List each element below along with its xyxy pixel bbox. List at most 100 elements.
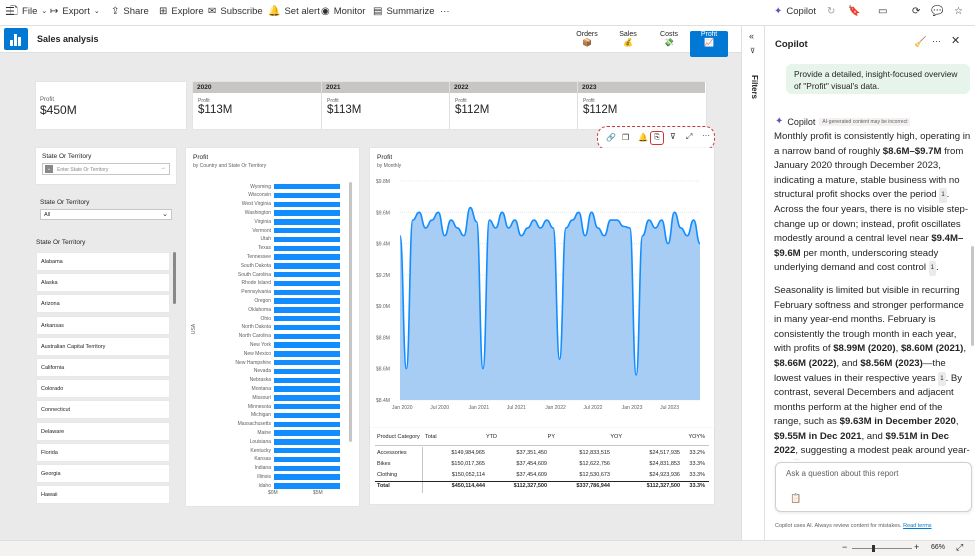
bar[interactable] xyxy=(274,351,340,357)
zoom-in-icon[interactable]: + xyxy=(914,542,919,552)
link-icon[interactable]: 🔗 xyxy=(606,134,616,142)
bar[interactable] xyxy=(274,245,340,251)
bar[interactable] xyxy=(274,184,340,190)
reload-icon[interactable]: ⟳ xyxy=(912,7,920,17)
bar[interactable] xyxy=(274,421,340,427)
monitor-button[interactable]: ◉ Monitor xyxy=(321,6,365,17)
copilot-scrollbar[interactable] xyxy=(971,246,974,346)
file-menu[interactable]: 🗋 File ⌄ xyxy=(10,6,47,17)
read-terms-link[interactable]: Read terms xyxy=(903,523,931,529)
more-options-icon[interactable]: ··· xyxy=(932,37,941,46)
table-header-cell[interactable]: YOY xyxy=(610,434,622,440)
bar[interactable] xyxy=(274,448,340,454)
bar[interactable] xyxy=(274,228,340,234)
table-header-cell[interactable]: PY xyxy=(548,434,555,440)
tab-costs[interactable]: Costs 💸 xyxy=(650,31,688,57)
export-menu[interactable]: ↦ Export ⌄ xyxy=(50,6,100,17)
bar[interactable] xyxy=(274,465,340,471)
bar[interactable] xyxy=(274,456,340,463)
table-header-cell[interactable]: YTD xyxy=(486,434,497,440)
profit-by-state-bar-chart[interactable]: Profit by Country and State Or Territory… xyxy=(186,148,359,506)
profit-by-month-area-chart[interactable]: Profit by Monthly $9.8M $9.6M $9.4M $9.2M $9… xyxy=(370,148,714,438)
set-alert-button[interactable]: 🔔 Set alert xyxy=(268,6,320,17)
state-list-item[interactable]: Colorado xyxy=(36,379,170,399)
copilot-button[interactable]: ✦ Copilot xyxy=(774,6,816,17)
copilot-summary-icon[interactable]: ⎘ xyxy=(650,131,664,145)
more-options-icon[interactable]: ··· xyxy=(702,132,710,140)
year-kpi-cell[interactable]: 2020 Profit $113M xyxy=(193,82,321,129)
comment-icon[interactable]: 💬 xyxy=(931,7,943,17)
fit-page-icon[interactable]: ⤢ xyxy=(956,542,963,553)
citation-badge[interactable]: 1 xyxy=(792,459,801,460)
tab-sales[interactable]: Sales 💰 xyxy=(609,31,647,57)
bar[interactable] xyxy=(274,333,340,339)
view-icon[interactable]: ▭ xyxy=(878,7,887,17)
bookmark-icon[interactable]: 🔖 xyxy=(848,7,860,17)
bar[interactable] xyxy=(274,254,340,260)
bar[interactable] xyxy=(274,404,340,410)
explore-button[interactable]: ⊞ Explore xyxy=(159,6,204,17)
bar[interactable] xyxy=(274,280,340,287)
subscribe-button[interactable]: ✉ Subscribe xyxy=(208,6,263,17)
prompt-guide-icon[interactable]: 📋 xyxy=(790,493,801,504)
filter-icon[interactable]: ⊽ xyxy=(670,133,676,141)
clear-chat-icon[interactable]: 🧹 xyxy=(914,38,926,48)
bar[interactable] xyxy=(274,324,340,331)
state-list-item[interactable]: Connecticut xyxy=(36,400,170,420)
bar[interactable] xyxy=(274,342,340,348)
bar[interactable] xyxy=(274,439,340,445)
pin-icon[interactable]: 🔔 xyxy=(638,134,648,142)
ask-question-input[interactable]: Ask a question about this report 📋 xyxy=(775,462,972,512)
kpi-card-profit[interactable]: Profit $450M xyxy=(36,82,186,129)
share-button[interactable]: ⇪ Share xyxy=(111,6,149,17)
bar[interactable] xyxy=(274,263,340,269)
citation-badge[interactable]: 1 xyxy=(938,371,946,387)
bar[interactable] xyxy=(274,236,340,243)
year-kpi-cell[interactable]: 2021 Profit $113M xyxy=(321,82,449,129)
more-options-button[interactable]: ··· xyxy=(440,6,450,17)
state-list-item[interactable]: Alaska xyxy=(36,273,170,293)
citation-badge[interactable]: 1 xyxy=(928,261,937,276)
bar[interactable] xyxy=(274,289,340,295)
bar[interactable] xyxy=(274,272,340,278)
list-scrollbar[interactable] xyxy=(173,252,176,304)
bar[interactable] xyxy=(274,430,340,436)
bar[interactable] xyxy=(274,298,340,304)
bar[interactable] xyxy=(274,474,340,480)
year-kpi-cell[interactable]: 2023 Profit $112M xyxy=(577,82,705,129)
bar[interactable] xyxy=(274,219,340,225)
bar[interactable] xyxy=(274,201,340,207)
zoom-out-icon[interactable]: − xyxy=(842,542,847,552)
state-list-item[interactable]: Hawaii xyxy=(36,485,170,505)
zoom-slider[interactable] xyxy=(852,545,912,552)
close-icon[interactable]: ✕ xyxy=(951,36,960,47)
state-list-item[interactable]: Australian Capital Territory xyxy=(36,336,170,356)
bar[interactable] xyxy=(274,307,340,313)
table-header-cell[interactable]: YOY% xyxy=(688,434,705,440)
state-list-item[interactable]: Florida xyxy=(36,442,170,462)
table-header-cell[interactable]: Product Category xyxy=(377,434,420,440)
year-kpi-cell[interactable]: 2022 Profit $112M xyxy=(449,82,577,129)
tab-profit[interactable]: Profit 📈 xyxy=(690,31,728,57)
bar-chart-scrollbar[interactable] xyxy=(349,182,352,442)
favorite-icon[interactable]: ☆ xyxy=(954,7,963,17)
bar[interactable] xyxy=(274,368,340,375)
summarize-button[interactable]: ▤ Summarize xyxy=(373,6,435,17)
tab-orders[interactable]: Orders 📦 xyxy=(568,31,606,57)
refresh-icon[interactable]: ↻ xyxy=(827,7,835,17)
bar[interactable] xyxy=(274,377,340,383)
bar[interactable] xyxy=(274,360,340,366)
bar[interactable] xyxy=(274,412,340,419)
state-list-item[interactable]: Georgia xyxy=(36,464,170,483)
state-list-item[interactable]: California xyxy=(36,358,170,377)
filters-pane[interactable]: « ⊽ Filters xyxy=(741,26,765,550)
profit-table[interactable]: Product Category Total YTD PY YOY YOY% Accesso… xyxy=(370,428,714,504)
bar[interactable] xyxy=(274,395,340,401)
bar[interactable] xyxy=(274,192,340,199)
citation-badge[interactable]: 1 xyxy=(939,188,947,203)
state-dropdown[interactable]: All ⌄ xyxy=(40,209,172,220)
bar[interactable] xyxy=(274,386,340,392)
bar[interactable] xyxy=(274,316,340,322)
state-list-item[interactable]: Arizona xyxy=(36,294,170,314)
state-list-item[interactable]: Delaware xyxy=(36,421,170,441)
